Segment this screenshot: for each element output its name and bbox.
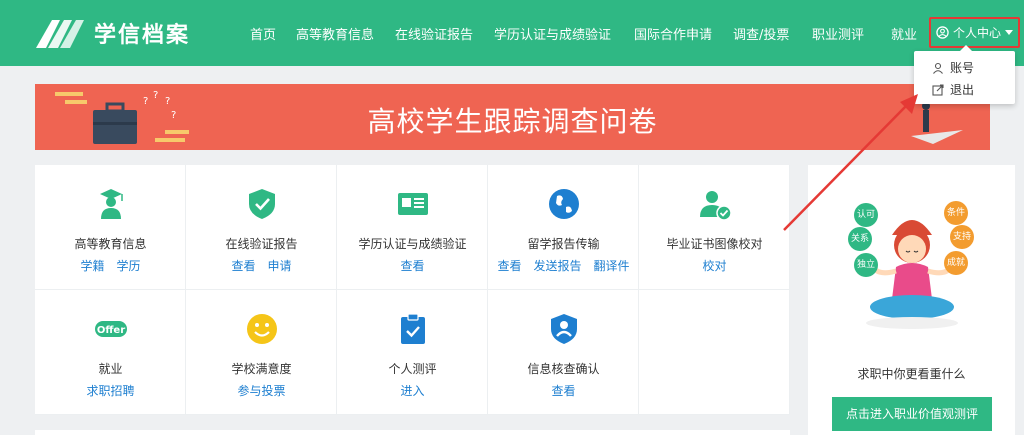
- id-card-icon: [398, 193, 428, 215]
- logo-text: 学信档案: [94, 23, 191, 48]
- service-links: 参与投票: [186, 382, 337, 399]
- service-links: 进入: [337, 382, 488, 399]
- logo[interactable]: 学信档案: [34, 16, 190, 50]
- user-center-label: 个人中心: [952, 26, 1001, 40]
- bubble-conditions: 条件: [944, 201, 968, 225]
- service-title: 就业: [98, 362, 123, 376]
- service-online-verification: 在线验证报告 查看 申请: [186, 165, 337, 290]
- service-title: 学历认证与成绩验证: [358, 237, 467, 251]
- service-links: 查看: [337, 257, 488, 274]
- link-translation[interactable]: 翻译件: [594, 259, 630, 273]
- service-title: 信息核查确认: [527, 362, 600, 376]
- link-send-report[interactable]: 发送报告: [533, 259, 581, 273]
- service-title: 学校满意度: [231, 362, 292, 376]
- nav-career-assessment[interactable]: 职业测评: [812, 24, 864, 43]
- globe-icon: [549, 189, 579, 219]
- chevron-down-icon: [1005, 30, 1013, 35]
- link-view[interactable]: 查看: [400, 259, 424, 273]
- book-logo-icon: [36, 20, 84, 48]
- link-vote[interactable]: 参与投票: [237, 384, 285, 398]
- shield-check-icon: [249, 189, 275, 219]
- service-info-verification: 信息核查确认 查看: [488, 290, 639, 415]
- service-links: 查看 申请: [186, 257, 337, 274]
- bubble-independence: 独立: [854, 253, 878, 277]
- link-enter[interactable]: 进入: [400, 384, 424, 398]
- link-view[interactable]: 查看: [551, 384, 575, 398]
- svg-text:Offer: Offer: [97, 325, 125, 336]
- service-links: 学籍 学历: [35, 257, 186, 274]
- service-title: 个人测评: [388, 362, 437, 376]
- empty-cell: [639, 290, 790, 415]
- service-school-satisfaction: 学校满意度 参与投票: [186, 290, 337, 415]
- service-higher-education-info: 高等教育信息 学籍 学历: [35, 165, 186, 290]
- user-icon: [933, 62, 943, 74]
- service-links: 校对: [639, 257, 790, 274]
- offer-icon: Offer: [95, 321, 127, 337]
- next-section-edge: [35, 430, 790, 435]
- services-grid: 高等教育信息 学籍 学历 在线验证报告 查看 申请 学历认证与成绩验证 查看 留…: [35, 165, 790, 415]
- service-links: 查看: [488, 382, 639, 399]
- bubble-support: 支持: [950, 225, 974, 249]
- user-check-icon: [700, 191, 732, 221]
- service-study-abroad-report: 留学报告传输 查看 发送报告 翻译件: [488, 165, 639, 290]
- panel-caption: 求职中你更看重什么: [857, 367, 966, 381]
- clipboard-check-icon: [401, 313, 425, 344]
- nav-international-cooperation[interactable]: 国际合作申请: [634, 24, 712, 43]
- service-diploma-image-check: 毕业证书图像校对 校对: [639, 165, 790, 290]
- link-view[interactable]: 查看: [497, 259, 521, 273]
- nav-higher-education-info[interactable]: 高等教育信息: [296, 24, 374, 43]
- career-values-test-button[interactable]: 点击进入职业价值观测评: [832, 397, 992, 431]
- nav-employment[interactable]: 就业: [891, 24, 917, 43]
- service-links: 查看 发送报告 翻译件: [488, 257, 639, 274]
- top-navbar: 学信档案 首页 高等教育信息 在线验证报告 学历认证与成绩验证 国际合作申请 调…: [0, 0, 1024, 66]
- link-proofread[interactable]: 校对: [702, 259, 726, 273]
- external-link-icon: [932, 83, 944, 96]
- user-shield-icon: [551, 314, 577, 344]
- annotation-arrow-icon: [783, 94, 918, 231]
- user-circle-icon: [936, 26, 949, 39]
- link-apply[interactable]: 申请: [268, 259, 292, 273]
- service-degree-certification: 学历认证与成绩验证 查看: [337, 165, 488, 290]
- service-employment: Offer 就业 求职招聘: [35, 290, 186, 415]
- nav-degree-certification[interactable]: 学历认证与成绩验证: [494, 24, 611, 43]
- service-links: 求职招聘: [35, 382, 186, 399]
- link-view[interactable]: 查看: [231, 259, 255, 273]
- service-title: 毕业证书图像校对: [666, 237, 763, 251]
- dropdown-logout[interactable]: 退出: [932, 81, 974, 98]
- nav-online-verification-report[interactable]: 在线验证报告: [395, 24, 473, 43]
- service-title: 在线验证报告: [225, 237, 298, 251]
- user-center-menu[interactable]: 个人中心: [929, 17, 1020, 48]
- nav-survey-vote[interactable]: 调查/投票: [733, 24, 789, 43]
- graduate-icon: [100, 189, 123, 219]
- service-personal-assessment: 个人测评 进入: [337, 290, 488, 415]
- link-job-recruitment[interactable]: 求职招聘: [86, 384, 134, 398]
- smiley-icon: [247, 314, 277, 344]
- bubble-achievement: 成就: [944, 251, 968, 275]
- nav-home[interactable]: 首页: [250, 24, 276, 43]
- link-academic-record[interactable]: 学历: [117, 259, 141, 273]
- service-title: 留学报告传输: [527, 237, 600, 251]
- link-student-status[interactable]: 学籍: [80, 259, 104, 273]
- dropdown-account[interactable]: 账号: [932, 59, 974, 76]
- service-title: 高等教育信息: [74, 237, 147, 251]
